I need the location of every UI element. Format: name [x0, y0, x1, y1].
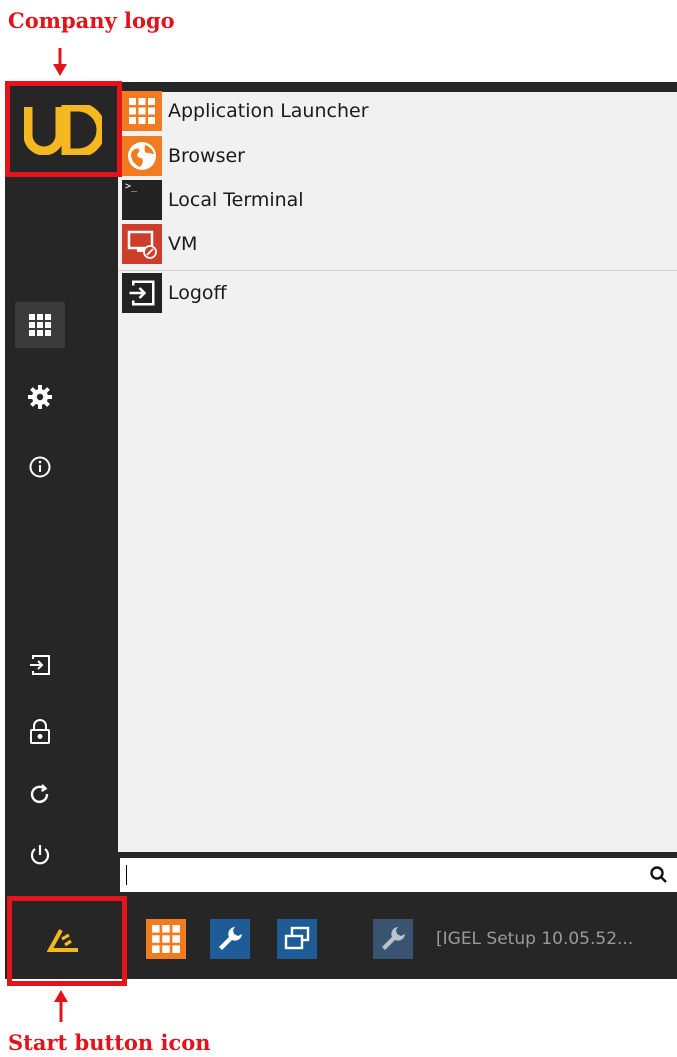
vm-monitor-icon [122, 224, 162, 264]
annotation-arrow-down-icon [53, 48, 67, 76]
search-icon[interactable] [649, 865, 669, 885]
menu-item-label: Browser [168, 145, 245, 167]
taskbar-window-title: [IGEL Setup 10.05.52... [436, 929, 634, 949]
menu-item-label: Local Terminal [168, 189, 304, 211]
logoff-icon [122, 273, 162, 313]
logoff-side-button[interactable] [15, 642, 65, 688]
search-input[interactable] [120, 858, 677, 892]
taskbar-app-launcher-button[interactable] [146, 919, 186, 959]
menu-divider [118, 270, 677, 271]
annotation-arrow-up-icon [54, 990, 68, 1022]
menu-item-browser[interactable]: Browser [122, 136, 245, 176]
lock-button[interactable] [15, 709, 65, 755]
text-caret [126, 865, 127, 885]
windows-icon [284, 926, 310, 950]
menu-item-local-terminal[interactable]: >_ Local Terminal [122, 180, 304, 220]
apps-grid-button[interactable] [15, 302, 65, 348]
app-launcher-grid-icon [152, 925, 180, 953]
info-button[interactable] [15, 444, 65, 490]
shutdown-button[interactable] [15, 832, 65, 878]
taskbar-window-switch-button[interactable] [277, 919, 317, 959]
company-logo-highlight-box [5, 81, 122, 177]
sidebar [5, 82, 118, 895]
wrench-icon [219, 927, 242, 950]
menu-item-logoff[interactable]: Logoff [122, 273, 227, 313]
wrench-icon [373, 919, 413, 959]
menu-item-label: VM [168, 233, 198, 255]
app-launcher-grid-icon [122, 91, 162, 131]
search-bar [118, 852, 677, 895]
taskbar-window-igel-setup[interactable]: [IGEL Setup 10.05.52... [373, 919, 677, 959]
refresh-icon [30, 784, 49, 803]
power-icon [30, 845, 50, 865]
grid-icon [29, 314, 51, 336]
company-logo-annotation: Company logo [8, 8, 175, 33]
lock-icon [30, 719, 50, 744]
globe-icon [122, 136, 162, 176]
start-button-highlight-box [7, 896, 127, 986]
terminal-icon: >_ [122, 180, 162, 220]
settings-button[interactable] [15, 374, 65, 420]
start-button-annotation: Start button icon [8, 1030, 211, 1055]
start-menu-panel: Application Launcher Browser >_ Local Te… [118, 82, 677, 852]
reboot-button[interactable] [15, 772, 65, 818]
menu-item-application-launcher[interactable]: Application Launcher [122, 91, 369, 131]
menu-item-label: Logoff [168, 282, 227, 304]
info-icon [29, 456, 51, 478]
gear-icon [28, 385, 52, 409]
menu-item-vm[interactable]: VM [122, 224, 197, 264]
menu-item-label: Application Launcher [168, 100, 369, 122]
taskbar-setup-button[interactable] [210, 919, 250, 959]
logout-icon [30, 655, 50, 675]
